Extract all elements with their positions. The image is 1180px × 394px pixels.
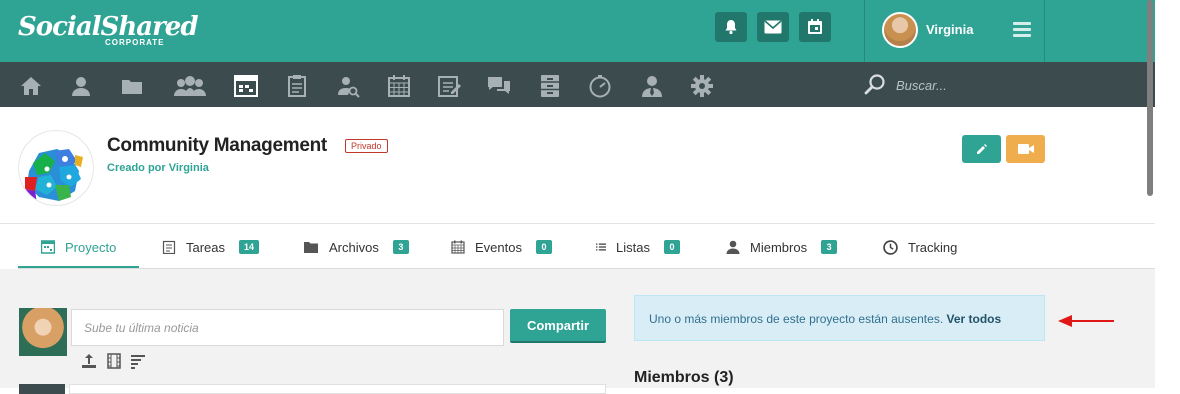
- tab-archivos[interactable]: Archivos 3: [303, 236, 409, 258]
- user-tie-icon[interactable]: [640, 74, 664, 98]
- scrollbar-thumb[interactable]: [1147, 0, 1153, 196]
- tab-label: Miembros: [750, 239, 808, 255]
- tab-label: Tracking: [908, 239, 958, 255]
- red-arrow-annotation: [1058, 315, 1114, 327]
- share-button[interactable]: Compartir: [510, 309, 606, 343]
- edit-note-icon[interactable]: [437, 74, 461, 98]
- user-search-icon[interactable]: [336, 74, 360, 98]
- count-badge: 14: [239, 240, 260, 254]
- tab-eventos[interactable]: Eventos 0: [451, 236, 552, 258]
- feed-item-avatar: [19, 384, 65, 394]
- tab-label: Tareas: [186, 239, 226, 255]
- top-bar: SocialShared CORPORATE Virginia: [0, 0, 1155, 62]
- tab-label: Proyecto: [65, 239, 117, 255]
- pencil-icon: [976, 144, 987, 154]
- user-icon[interactable]: [69, 74, 93, 98]
- text-format-icon[interactable]: [129, 352, 147, 370]
- absence-alert: Uno o más miembros de este proyecto está…: [634, 295, 1045, 341]
- calendar-icon: [808, 19, 822, 34]
- folder-icon: [304, 242, 318, 253]
- count-badge: 3: [821, 240, 838, 254]
- search-icon[interactable]: [864, 73, 886, 95]
- tab-label: Archivos: [329, 239, 379, 255]
- count-badge: 3: [392, 240, 409, 254]
- tab-tracking[interactable]: Tracking: [883, 236, 957, 258]
- video-call-button[interactable]: [1006, 135, 1045, 163]
- feed-item: [69, 384, 606, 394]
- chat-icon[interactable]: [487, 74, 511, 98]
- messages-button[interactable]: [757, 12, 789, 42]
- view-all-link[interactable]: Ver todos: [947, 312, 1002, 326]
- user-icon: [726, 240, 740, 254]
- project-creator[interactable]: Creado por Virginia: [107, 162, 209, 174]
- user-name[interactable]: Virginia: [926, 22, 973, 37]
- news-input[interactable]: [71, 309, 504, 346]
- notifications-button[interactable]: [715, 12, 747, 42]
- edit-project-button[interactable]: [962, 135, 1001, 163]
- tab-label: Listas: [616, 239, 650, 255]
- folder-icon[interactable]: [120, 74, 144, 98]
- project-icon: [41, 240, 55, 254]
- divider: [864, 0, 865, 62]
- cabinet-icon[interactable]: [538, 74, 562, 98]
- divider: [1044, 0, 1045, 62]
- count-badge: 0: [663, 240, 680, 254]
- main-nav: [0, 62, 1155, 107]
- calendar-grid-icon[interactable]: [387, 74, 411, 98]
- privacy-badge: Privado: [345, 139, 388, 153]
- members-heading: Miembros (3): [634, 369, 734, 386]
- mail-icon: [764, 20, 782, 34]
- user-avatar[interactable]: [882, 12, 918, 48]
- clock-icon: [883, 239, 898, 255]
- calendar-button[interactable]: [799, 12, 831, 42]
- scrollbar-track[interactable]: [1155, 0, 1180, 388]
- project-logo: [18, 130, 94, 206]
- alert-text: Uno o más miembros de este proyecto está…: [649, 312, 944, 326]
- tab-miembros[interactable]: Miembros 3: [726, 236, 838, 258]
- count-badge: 0: [535, 240, 552, 254]
- brand-logo-subtitle: CORPORATE: [105, 38, 165, 47]
- calendar-icon: [451, 240, 465, 254]
- bell-icon: [725, 20, 737, 35]
- hamburger-menu-icon[interactable]: [1013, 22, 1031, 38]
- tab-listas[interactable]: Listas 0: [596, 236, 680, 258]
- video-camera-icon: [1017, 144, 1034, 154]
- list-icon: [596, 243, 606, 251]
- group-icon[interactable]: [172, 74, 208, 98]
- project-title: Community Management: [107, 135, 327, 156]
- post-author-avatar: [19, 308, 67, 356]
- clock-icon[interactable]: [588, 74, 612, 98]
- home-icon[interactable]: [19, 74, 43, 98]
- film-icon[interactable]: [105, 352, 123, 370]
- upload-icon[interactable]: [80, 352, 98, 370]
- clipboard-icon[interactable]: [285, 74, 309, 98]
- tab-label: Eventos: [475, 239, 522, 255]
- gear-icon[interactable]: [690, 74, 714, 98]
- clipboard-icon: [162, 240, 176, 254]
- tab-proyecto[interactable]: Proyecto: [41, 236, 116, 258]
- tab-tareas[interactable]: Tareas 14: [162, 236, 260, 258]
- search-input[interactable]: [896, 76, 1096, 94]
- project-icon[interactable]: [234, 74, 258, 98]
